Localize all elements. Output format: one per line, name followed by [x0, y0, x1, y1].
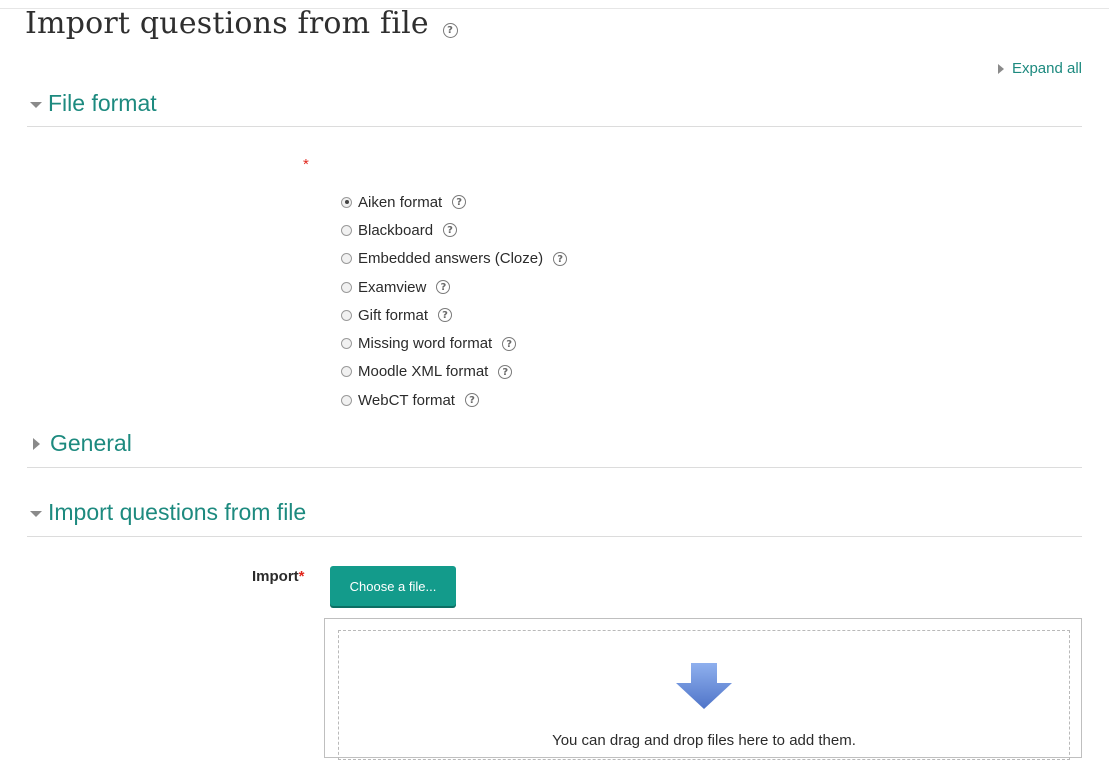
- help-icon[interactable]: ?: [443, 223, 458, 238]
- format-radio[interactable]: [341, 394, 352, 406]
- format-option-label: Aiken format: [358, 193, 443, 211]
- format-radio[interactable]: [341, 281, 352, 293]
- page-title: Import questions from file ?: [25, 6, 458, 43]
- format-option[interactable]: Missing word format?: [341, 329, 567, 357]
- format-option-label: Examview: [358, 278, 427, 296]
- section-header-import[interactable]: Import questions from file: [30, 499, 306, 526]
- section-divider: [27, 536, 1082, 537]
- section-header-file-format[interactable]: File format: [30, 90, 157, 117]
- triangle-down-icon: [30, 101, 42, 108]
- triangle-down-icon: [30, 510, 42, 517]
- format-radio[interactable]: [341, 338, 352, 350]
- help-icon[interactable]: ?: [553, 251, 568, 266]
- help-icon[interactable]: ?: [498, 364, 513, 379]
- format-radio[interactable]: [341, 196, 352, 208]
- help-icon[interactable]: ?: [502, 336, 517, 351]
- format-radio-group: Aiken format? Blackboard? Embedded answers…: [341, 188, 568, 414]
- help-icon[interactable]: ?: [438, 308, 453, 323]
- import-label-text: Import: [252, 568, 299, 585]
- help-icon[interactable]: ?: [464, 393, 479, 408]
- arrow-down-icon: [676, 663, 732, 709]
- help-icon[interactable]: ?: [452, 195, 467, 210]
- section-divider: [27, 467, 1082, 468]
- format-option-label: WebCT format: [358, 391, 455, 409]
- format-option[interactable]: Aiken format?: [341, 188, 567, 216]
- help-icon[interactable]: ?: [436, 280, 451, 295]
- title-help-icon[interactable]: ?: [442, 6, 458, 41]
- required-marker: *: [298, 568, 305, 585]
- format-option[interactable]: Blackboard?: [341, 216, 567, 244]
- expand-all-label: Expand all: [1011, 60, 1082, 77]
- page-title-text: Import questions from file: [25, 6, 429, 41]
- format-radio[interactable]: [341, 366, 352, 378]
- format-radio[interactable]: [341, 224, 352, 236]
- format-option[interactable]: Moodle XML format?: [341, 358, 567, 386]
- format-option[interactable]: Examview?: [341, 273, 567, 301]
- format-option-label: Blackboard: [358, 221, 434, 239]
- format-option[interactable]: Embedded answers (Cloze)?: [341, 245, 568, 273]
- format-radio[interactable]: [341, 253, 352, 265]
- required-marker: *: [303, 156, 309, 173]
- section-divider: [27, 126, 1082, 127]
- format-radio[interactable]: [341, 309, 352, 321]
- format-option[interactable]: Gift format?: [341, 301, 567, 329]
- drop-zone-hint: You can drag and drop files here to add …: [552, 732, 856, 749]
- expand-all-link[interactable]: Expand all: [997, 60, 1082, 77]
- section-header-general[interactable]: General: [33, 430, 132, 457]
- format-option-label: Gift format: [358, 306, 429, 324]
- format-option-label: Embedded answers (Cloze): [358, 250, 544, 268]
- choose-file-button[interactable]: Choose a file...: [330, 566, 456, 606]
- format-option-label: Moodle XML format: [358, 363, 489, 381]
- section-title-import: Import questions from file: [48, 499, 307, 525]
- format-option-label: Missing word format: [358, 335, 493, 353]
- section-title-file-format: File format: [48, 90, 157, 116]
- triangle-right-icon: [997, 63, 1004, 74]
- section-title-general: General: [50, 430, 132, 456]
- import-field-label: Import*: [252, 568, 305, 585]
- triangle-right-icon: [33, 437, 40, 450]
- format-option[interactable]: WebCT format?: [341, 386, 567, 414]
